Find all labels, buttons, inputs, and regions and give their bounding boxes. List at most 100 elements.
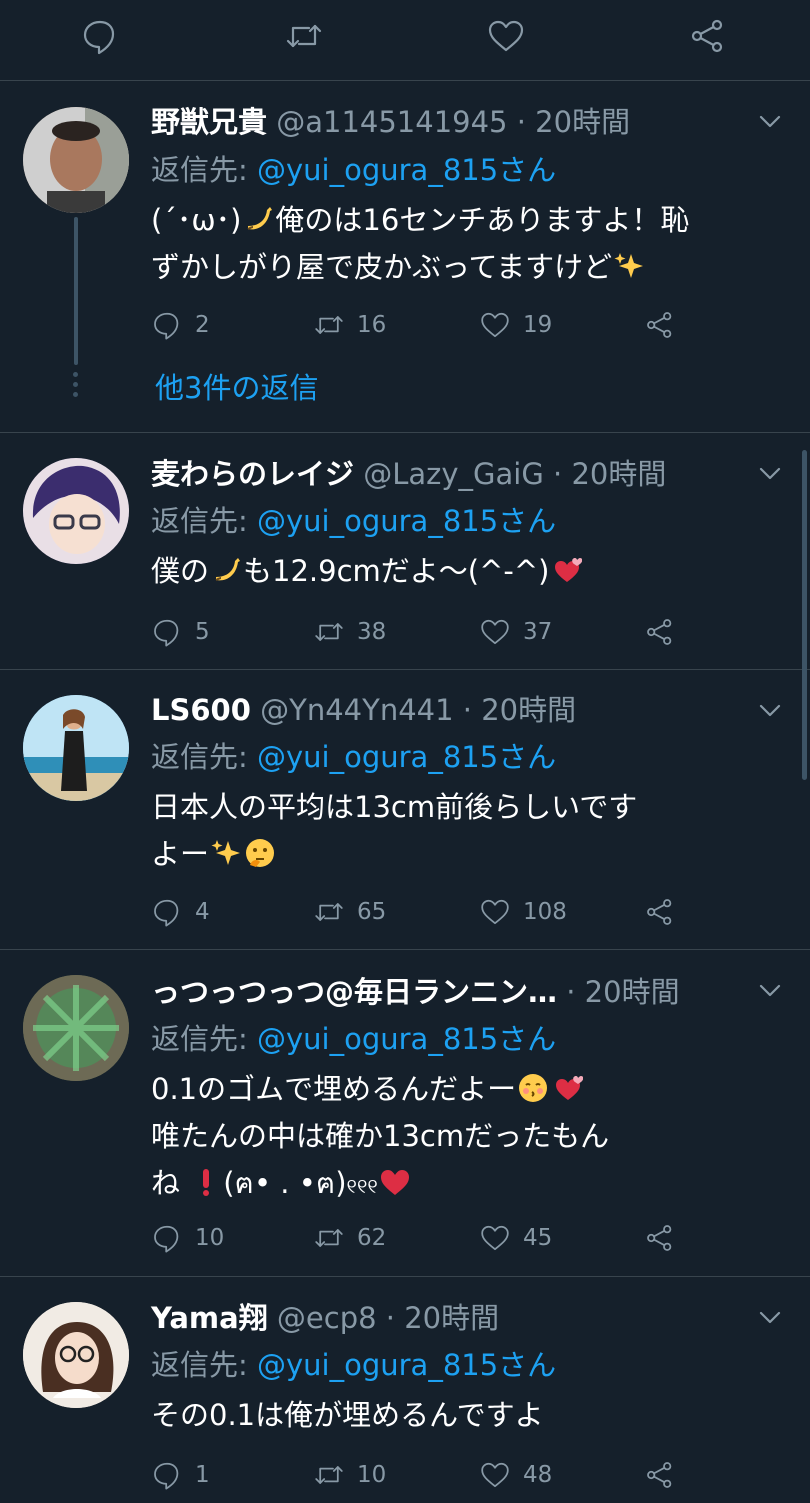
handle-and-time: @ecp8 · 20時間 [276, 1301, 500, 1335]
retweet-icon[interactable] [284, 16, 324, 56]
reply-button[interactable]: 2 [151, 307, 210, 343]
tweet-header: 麦わらのレイジ @Lazy_GaiG · 20時間 [151, 454, 666, 494]
avatar[interactable] [23, 1302, 129, 1408]
tweet[interactable]: Yama翔 @ecp8 · 20時間 返信先: @yui_ogura_815さん… [0, 1277, 810, 1503]
display-name[interactable]: 麦わらのレイジ [151, 457, 354, 491]
avatar[interactable] [23, 458, 129, 564]
text-line: その0.1は俺が埋めるんですよ [151, 1398, 544, 1432]
chevron-down-icon[interactable] [754, 1301, 786, 1333]
reply-button[interactable]: 4 [151, 894, 210, 930]
text-segment: (´･ω･) [151, 203, 242, 237]
reply-to: 返信先: @yui_ogura_815さん [151, 150, 556, 190]
like-button[interactable]: 37 [479, 614, 552, 650]
share-icon [647, 1462, 672, 1488]
retweet-button[interactable]: 65 [313, 894, 386, 930]
like-button[interactable]: 19 [479, 307, 552, 343]
exclamation-mark-emoji-icon [203, 1169, 210, 1196]
reply-button[interactable]: 5 [151, 614, 210, 650]
like-icon [481, 899, 509, 925]
scrollbar[interactable] [802, 450, 807, 780]
share-button[interactable] [644, 614, 676, 650]
sparkles-emoji-icon [614, 253, 644, 278]
reply-mention[interactable]: @yui_ogura_815さん [257, 740, 556, 774]
text-line: 唯たんの中は確か13cmだったもん [151, 1119, 610, 1153]
retweet-count: 65 [357, 899, 387, 925]
text-segment: 僕の [151, 554, 210, 588]
like-button[interactable]: 45 [479, 1220, 552, 1256]
chevron-down-icon[interactable] [754, 974, 786, 1006]
reply-button[interactable]: 1 [151, 1457, 210, 1493]
share-icon [647, 312, 672, 338]
share-icon [647, 899, 672, 925]
tweet[interactable]: LS600 @Yn44Yn441 · 20時間 返信先: @yui_ogura_… [0, 670, 810, 950]
tweet-actions: 1 10 48 [151, 1457, 781, 1493]
chevron-down-icon[interactable] [754, 694, 786, 726]
retweet-icon [315, 1229, 343, 1247]
text-segment: 俺のは16センチありますよ！恥 [275, 203, 690, 237]
avatar[interactable] [23, 975, 129, 1081]
reply-mention[interactable]: @yui_ogura_815さん [257, 504, 556, 538]
reply-icon[interactable] [80, 16, 120, 56]
like-count: 108 [523, 899, 567, 925]
retweet-count: 16 [357, 312, 387, 338]
reply-prefix: 返信先: [151, 1022, 257, 1056]
reply-prefix: 返信先: [151, 153, 257, 187]
share-button[interactable] [644, 1457, 676, 1493]
reply-mention[interactable]: @yui_ogura_815さん [257, 1348, 556, 1382]
like-button[interactable]: 48 [479, 1457, 552, 1493]
tweet-header: LS600 @Yn44Yn441 · 20時間 [151, 690, 576, 730]
tweet-actions: 2 16 19 [151, 307, 781, 343]
display-name[interactable]: っつっつっつ@毎日ランニン… [151, 975, 557, 1009]
like-button[interactable]: 108 [479, 894, 567, 930]
share-button[interactable] [644, 894, 676, 930]
display-name[interactable]: Yama翔 [151, 1301, 268, 1335]
thread-dots [73, 372, 79, 402]
tweet[interactable]: っつっつっつ@毎日ランニン… · 20時間 返信先: @yui_ogura_81… [0, 950, 810, 1277]
like-icon[interactable] [486, 16, 526, 56]
retweet-icon [315, 623, 343, 641]
red-heart-emoji-icon [380, 1170, 409, 1195]
reply-count: 2 [195, 312, 210, 338]
display-name[interactable]: LS600 [151, 693, 251, 727]
reply-to: 返信先: @yui_ogura_815さん [151, 1345, 556, 1385]
reply-prefix: 返信先: [151, 740, 257, 774]
banana-emoji-icon [215, 558, 241, 581]
reply-prefix: 返信先: [151, 504, 257, 538]
chevron-down-icon[interactable] [754, 105, 786, 137]
retweet-icon [315, 903, 343, 921]
retweet-button[interactable]: 16 [313, 307, 386, 343]
retweet-button[interactable]: 10 [313, 1457, 386, 1493]
reply-mention[interactable]: @yui_ogura_815さん [257, 153, 556, 187]
reply-mention[interactable]: @yui_ogura_815さん [257, 1022, 556, 1056]
thread-line [74, 217, 78, 365]
reply-prefix: 返信先: [151, 1348, 257, 1382]
reply-icon [154, 619, 179, 647]
revolving-hearts-emoji-icon [556, 1076, 584, 1100]
retweet-icon [315, 1466, 343, 1484]
tweet[interactable]: 野獣兄貴 @a1145141945 · 20時間 返信先: @yui_ogura… [0, 81, 810, 433]
share-icon[interactable] [688, 16, 728, 56]
reply-to: 返信先: @yui_ogura_815さん [151, 737, 556, 777]
display-name[interactable]: 野獣兄貴 [151, 105, 267, 139]
share-button[interactable] [644, 307, 676, 343]
retweet-button[interactable]: 38 [313, 614, 386, 650]
like-icon [481, 312, 509, 338]
handle-and-time: @Yn44Yn441 · 20時間 [260, 693, 577, 727]
like-icon [481, 619, 509, 645]
thinking-face-emoji-icon [246, 839, 275, 867]
retweet-count: 62 [357, 1225, 387, 1251]
tweet[interactable]: 麦わらのレイジ @Lazy_GaiG · 20時間 返信先: @yui_ogur… [0, 433, 810, 670]
retweet-icon [315, 316, 343, 334]
text-segment: ずかしがり屋で皮かぶってますけど [151, 250, 613, 284]
more-replies-link[interactable]: 他3件の返信 [155, 368, 318, 408]
like-icon [481, 1462, 509, 1488]
reply-button[interactable]: 10 [151, 1220, 224, 1256]
share-button[interactable] [644, 1220, 676, 1256]
chevron-down-icon[interactable] [754, 457, 786, 489]
avatar[interactable] [23, 107, 129, 213]
retweet-button[interactable]: 62 [313, 1220, 386, 1256]
text-segment: 0.1のゴムで埋めるんだよー [151, 1072, 517, 1106]
avatar[interactable] [23, 695, 129, 801]
tweet-text: その0.1は俺が埋めるんですよ [151, 1392, 781, 1439]
tweet-text: 0.1のゴムで埋めるんだよー 唯たんの中は確か13cmだったもん ね (ฅ• .… [151, 1066, 781, 1210]
